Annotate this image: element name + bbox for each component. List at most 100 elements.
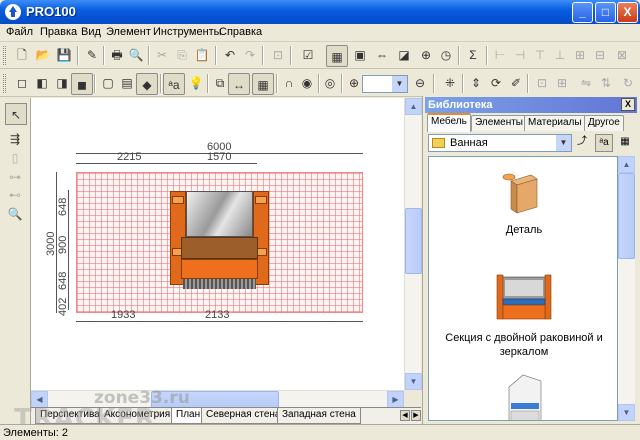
sum-icon[interactable]: Σ [465, 47, 481, 63]
menu-view[interactable]: Вид [81, 26, 101, 38]
tab-west-wall[interactable]: Западная стена [277, 408, 361, 424]
cut-icon[interactable]: ✂ [154, 47, 170, 63]
align-bottom-icon[interactable]: ⊟ [592, 47, 608, 63]
wireframe-icon[interactable]: ▢ [100, 75, 116, 91]
reset-icon[interactable]: ↻ [620, 75, 636, 91]
magnet-icon[interactable]: ∩ [281, 75, 297, 91]
align-top-icon[interactable]: ⊥ [552, 47, 568, 63]
move-icon[interactable]: ⇕ [468, 75, 484, 91]
mirror[interactable] [186, 191, 253, 237]
zoom-in-icon[interactable]: ⊕ [346, 75, 362, 91]
save-icon[interactable]: 💾 [56, 47, 72, 63]
align-center-icon[interactable]: ⊣ [512, 47, 528, 63]
cube-left-icon[interactable]: ◧ [34, 75, 50, 91]
select-arrow-icon[interactable]: ↖ [5, 103, 27, 125]
toolbar-grip[interactable] [3, 74, 6, 93]
chevron-down-icon[interactable]: ▼ [392, 76, 407, 92]
cube-solid-icon[interactable]: ◼ [71, 73, 93, 95]
undo-icon[interactable]: ↶ [222, 47, 238, 63]
dimensions-icon[interactable]: ⇔ [374, 47, 390, 63]
edit-view-icon[interactable]: ▣ [352, 47, 368, 63]
print-icon[interactable]: 🖶 [109, 47, 125, 63]
flip-icon[interactable]: ⇅ [598, 75, 614, 91]
materials-icon[interactable]: ⧉ [212, 75, 228, 91]
print-preview-icon[interactable]: 🔍 [128, 47, 144, 63]
rotate-icon[interactable]: ⟳ [488, 75, 504, 91]
cube-right-icon[interactable]: ◨ [54, 75, 70, 91]
align-h-icon[interactable]: ⊡ [534, 75, 550, 91]
folder-up-icon[interactable]: ⤴ [573, 134, 591, 152]
textured-icon[interactable]: ◆ [136, 73, 158, 95]
render-icon[interactable]: ◪ [396, 47, 412, 63]
library-close-button[interactable]: X [621, 98, 635, 111]
copy-element-icon[interactable]: ▯ [7, 150, 23, 166]
grid-icon[interactable]: ▦ [252, 73, 274, 95]
view-mode-icon[interactable]: ▦ [326, 45, 348, 67]
library-scrollbar[interactable]: ▲ ▼ [618, 156, 635, 421]
library-tab-other[interactable]: Другое [584, 115, 624, 131]
align-middle-icon[interactable]: ⊞ [572, 47, 588, 63]
menu-tools[interactable]: Инструменты [153, 26, 222, 38]
vanity-base[interactable] [183, 279, 256, 289]
scroll-up-icon[interactable]: ▲ [405, 98, 422, 115]
menu-file[interactable]: Файл [6, 26, 33, 38]
menu-edit[interactable]: Правка [40, 26, 77, 38]
select-all-icon[interactable]: ⁜ [442, 75, 458, 91]
target-icon[interactable]: ◎ [322, 75, 338, 91]
checklist-icon[interactable]: ☑ [300, 47, 316, 63]
close-button[interactable]: X [617, 2, 638, 23]
scroll-down-icon[interactable]: ▼ [405, 373, 422, 390]
color-wheel-icon[interactable]: ◉ [299, 75, 315, 91]
toolbar-grip[interactable] [3, 46, 6, 65]
magnify-icon[interactable]: 🔍 [7, 206, 23, 222]
split-icon[interactable]: ⊷ [7, 187, 23, 203]
new-file-icon[interactable]: 🗋 [14, 47, 30, 63]
align-right-icon[interactable]: ⊤ [532, 47, 548, 63]
chevron-down-icon[interactable]: ▼ [556, 135, 571, 151]
tab-prev-icon[interactable]: ◀ [400, 410, 410, 421]
canvas-vertical-scrollbar[interactable]: ▲ ▼ [404, 98, 422, 390]
library-tab-elements[interactable]: Элементы [471, 115, 527, 131]
library-tab-furniture[interactable]: Мебель [427, 113, 471, 132]
scroll-right-icon[interactable]: ▶ [387, 391, 404, 408]
menu-help[interactable]: Справка [219, 26, 262, 38]
vanity-cabinet[interactable] [181, 259, 258, 279]
create-wall-icon[interactable]: ⇶ [7, 131, 23, 147]
distribute-icon[interactable]: ⊠ [614, 47, 630, 63]
vanity-countertop[interactable] [181, 237, 258, 259]
clock-icon[interactable]: ◷ [438, 47, 454, 63]
open-folder-icon[interactable]: 📂 [35, 47, 51, 63]
scrollbar-thumb[interactable] [405, 208, 422, 274]
group-icon[interactable]: ⊡ [270, 47, 286, 63]
measure-icon[interactable]: ↔ [228, 73, 250, 95]
grid-view-icon[interactable]: ▦ [616, 134, 634, 152]
zoom-select[interactable]: ▼ [362, 75, 408, 93]
join-icon[interactable]: ⊶ [7, 169, 23, 185]
menu-element[interactable]: Элемент [106, 26, 151, 38]
tab-plan[interactable]: План [171, 408, 206, 424]
tab-north-wall[interactable]: Северная стена [201, 408, 286, 424]
maximize-button[interactable]: □ [595, 2, 616, 23]
library-tab-materials[interactable]: Материалы [524, 115, 586, 131]
text-view-icon[interactable]: ᵃa [595, 134, 613, 152]
mirror-icon[interactable]: ⇋ [578, 75, 594, 91]
align-v-icon[interactable]: ⊞ [554, 75, 570, 91]
light-bulb-icon[interactable]: 💡 [188, 75, 204, 91]
copy-icon[interactable]: ⎘ [174, 47, 190, 63]
shelf[interactable] [255, 196, 267, 204]
snap-icon[interactable]: ⊕ [418, 47, 434, 63]
library-folder-select[interactable]: Ванная ▼ [428, 134, 572, 152]
cube-front-icon[interactable]: ◻ [14, 75, 30, 91]
pick-icon[interactable]: ✐ [508, 75, 524, 91]
tab-next-icon[interactable]: ▶ [411, 410, 421, 421]
plan-view-canvas[interactable]: 6000 2215 1570 3000 648 900 648 402 1933… [31, 98, 404, 390]
align-left-icon[interactable]: ⊢ [492, 47, 508, 63]
scroll-up-icon[interactable]: ▲ [618, 156, 635, 173]
properties-icon[interactable]: ✎ [84, 47, 100, 63]
paste-icon[interactable]: 📋 [194, 47, 210, 63]
zoom-out-icon[interactable]: ⊖ [412, 75, 428, 91]
scrollbar-thumb[interactable] [618, 173, 635, 259]
redo-icon[interactable]: ↷ [242, 47, 258, 63]
minimize-button[interactable]: _ [572, 2, 593, 23]
text-label-icon[interactable]: ᵃa [163, 73, 185, 95]
